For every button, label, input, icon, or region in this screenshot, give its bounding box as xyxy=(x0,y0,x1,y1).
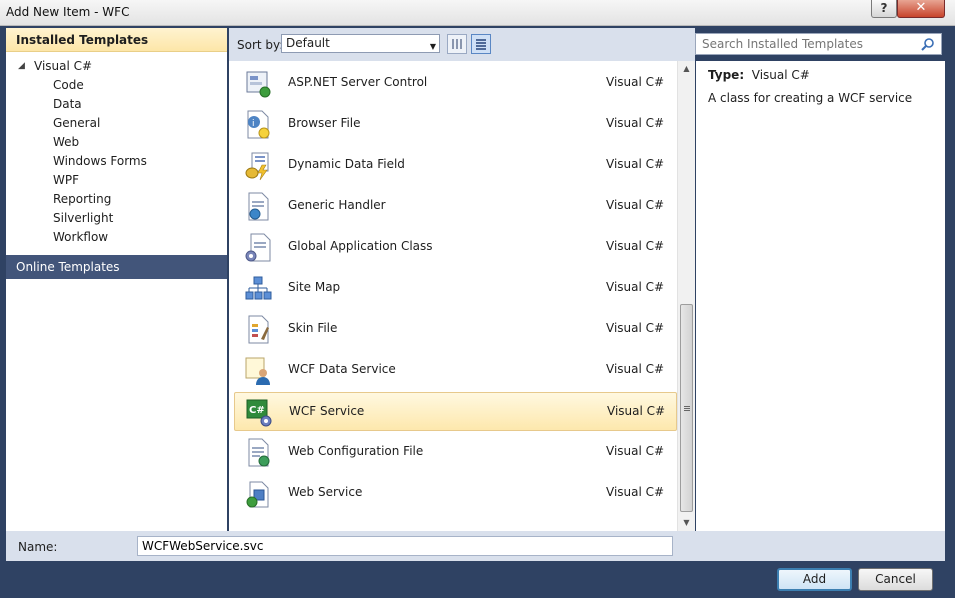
tree-item-silverlight[interactable]: Silverlight xyxy=(6,209,227,228)
tree-item-workflow[interactable]: Workflow xyxy=(6,228,227,247)
name-input[interactable] xyxy=(137,536,673,556)
search-input[interactable] xyxy=(696,34,916,54)
template-language: Visual C# xyxy=(606,157,665,171)
template-name: WCF Data Service xyxy=(288,362,396,376)
template-item-web-service[interactable]: Web Service Visual C# xyxy=(234,474,677,513)
template-name: ASP.NET Server Control xyxy=(288,75,428,89)
svg-text:C#: C# xyxy=(249,405,265,416)
template-item-aspnet-server-control[interactable]: ASP.NET Server Control Visual C# xyxy=(234,64,677,103)
tree-item-code[interactable]: Code xyxy=(6,76,227,95)
template-name: WCF Service xyxy=(289,404,365,418)
template-type: Type: Visual C# xyxy=(708,68,810,82)
type-value: Visual C# xyxy=(751,68,810,82)
tree-item-web[interactable]: Web xyxy=(6,133,227,152)
scrollbar-thumb[interactable] xyxy=(680,304,693,512)
template-name: Web Service xyxy=(288,485,363,499)
search-box[interactable] xyxy=(695,33,942,55)
template-details-pane: Type: Visual C# A class for creating a W… xyxy=(696,61,945,531)
template-item-generic-handler[interactable]: Generic Handler Visual C# xyxy=(234,187,677,226)
add-new-item-dialog: Add New Item - WFC ? ✕ Installed Templat… xyxy=(0,0,955,598)
sort-toolbar: Sort by: Default ▼ xyxy=(229,28,695,61)
scroll-up-arrow-icon[interactable]: ▲ xyxy=(678,61,695,77)
online-templates-header[interactable]: Online Templates xyxy=(6,255,227,279)
template-language: Visual C# xyxy=(606,75,665,89)
tree-node-visual-csharp[interactable]: ◢ Visual C# xyxy=(6,57,227,76)
name-label: Name: xyxy=(18,540,58,554)
template-language: Visual C# xyxy=(607,404,666,418)
sort-by-value: Default xyxy=(286,36,330,50)
small-icons-view-icon xyxy=(452,39,462,49)
tree-item-wpf[interactable]: WPF xyxy=(6,171,227,190)
template-name: Skin File xyxy=(288,321,338,335)
cancel-button[interactable]: Cancel xyxy=(858,568,933,591)
template-item-skin-file[interactable]: Skin File Visual C# xyxy=(234,310,677,349)
template-categories-pane: Installed Templates ◢ Visual C# Code Dat… xyxy=(6,28,227,531)
help-button[interactable]: ? xyxy=(871,0,897,18)
add-button[interactable]: Add xyxy=(777,568,852,591)
template-item-site-map[interactable]: Site Map Visual C# xyxy=(234,269,677,308)
template-item-global-application-class[interactable]: Global Application Class Visual C# xyxy=(234,228,677,267)
template-list: ASP.NET Server Control Visual C# i Brows… xyxy=(229,61,677,531)
skin-file-icon xyxy=(248,315,269,344)
template-item-wcf-service[interactable]: C# WCF Service Visual C# xyxy=(234,392,677,431)
tree-item-data[interactable]: Data xyxy=(6,95,227,114)
name-row: Name: xyxy=(6,531,945,561)
wcf-data-service-icon xyxy=(245,357,270,385)
title-bar: Add New Item - WFC ? ✕ xyxy=(0,0,955,26)
web-config-file-icon xyxy=(248,438,270,467)
medium-icons-view-button[interactable] xyxy=(471,34,491,54)
dynamic-data-field-icon xyxy=(245,152,269,181)
tree-item-windows-forms[interactable]: Windows Forms xyxy=(6,152,227,171)
sort-by-dropdown[interactable]: Default ▼ xyxy=(281,34,440,53)
global-application-class-icon xyxy=(245,233,271,262)
svg-text:i: i xyxy=(252,119,255,129)
installed-templates-header[interactable]: Installed Templates xyxy=(6,28,227,52)
template-name: Site Map xyxy=(288,280,341,294)
dropdown-arrow-icon: ▼ xyxy=(429,42,436,51)
tree-item-general[interactable]: General xyxy=(6,114,227,133)
template-language: Visual C# xyxy=(606,116,665,130)
template-language: Visual C# xyxy=(606,321,665,335)
site-map-icon xyxy=(245,276,272,300)
close-button[interactable]: ✕ xyxy=(897,0,945,18)
server-control-icon xyxy=(246,71,271,98)
scroll-down-arrow-icon[interactable]: ▼ xyxy=(678,515,695,531)
small-icons-view-button[interactable] xyxy=(447,34,467,54)
wcf-service-icon: C# xyxy=(246,399,272,427)
template-item-browser-file[interactable]: i Browser File Visual C# xyxy=(234,105,677,144)
template-name: Web Configuration File xyxy=(288,444,424,458)
template-name: Browser File xyxy=(288,116,361,130)
template-language: Visual C# xyxy=(606,198,665,212)
template-item-dynamic-data-field[interactable]: Dynamic Data Field Visual C# xyxy=(234,146,677,185)
template-list-scrollbar[interactable]: ▲ ▼ xyxy=(677,61,695,531)
template-item-wcf-data-service[interactable]: WCF Data Service Visual C# xyxy=(234,351,677,390)
template-description: A class for creating a WCF service xyxy=(708,91,913,105)
template-language: Visual C# xyxy=(606,444,665,458)
template-language: Visual C# xyxy=(606,280,665,294)
sort-by-label: Sort by: xyxy=(237,38,284,52)
template-name: Global Application Class xyxy=(288,239,433,253)
tree-item-reporting[interactable]: Reporting xyxy=(6,190,227,209)
generic-handler-icon xyxy=(248,192,269,221)
template-item-web-configuration-file[interactable]: Web Configuration File Visual C# xyxy=(234,433,677,472)
web-service-icon xyxy=(246,481,269,508)
template-name: Dynamic Data Field xyxy=(288,157,405,171)
window-title: Add New Item - WFC xyxy=(6,5,130,19)
template-language: Visual C# xyxy=(606,239,665,253)
list-view-icon xyxy=(476,38,486,50)
expand-arrow-icon[interactable]: ◢ xyxy=(18,57,25,76)
template-language: Visual C# xyxy=(606,485,665,499)
tree-node-label: Visual C# xyxy=(34,59,93,73)
type-label: Type: xyxy=(708,68,745,82)
template-language: Visual C# xyxy=(606,362,665,376)
grip-icon xyxy=(684,405,690,411)
template-name: Generic Handler xyxy=(288,198,386,212)
search-icon[interactable] xyxy=(921,37,935,51)
browser-file-icon: i xyxy=(247,110,270,139)
